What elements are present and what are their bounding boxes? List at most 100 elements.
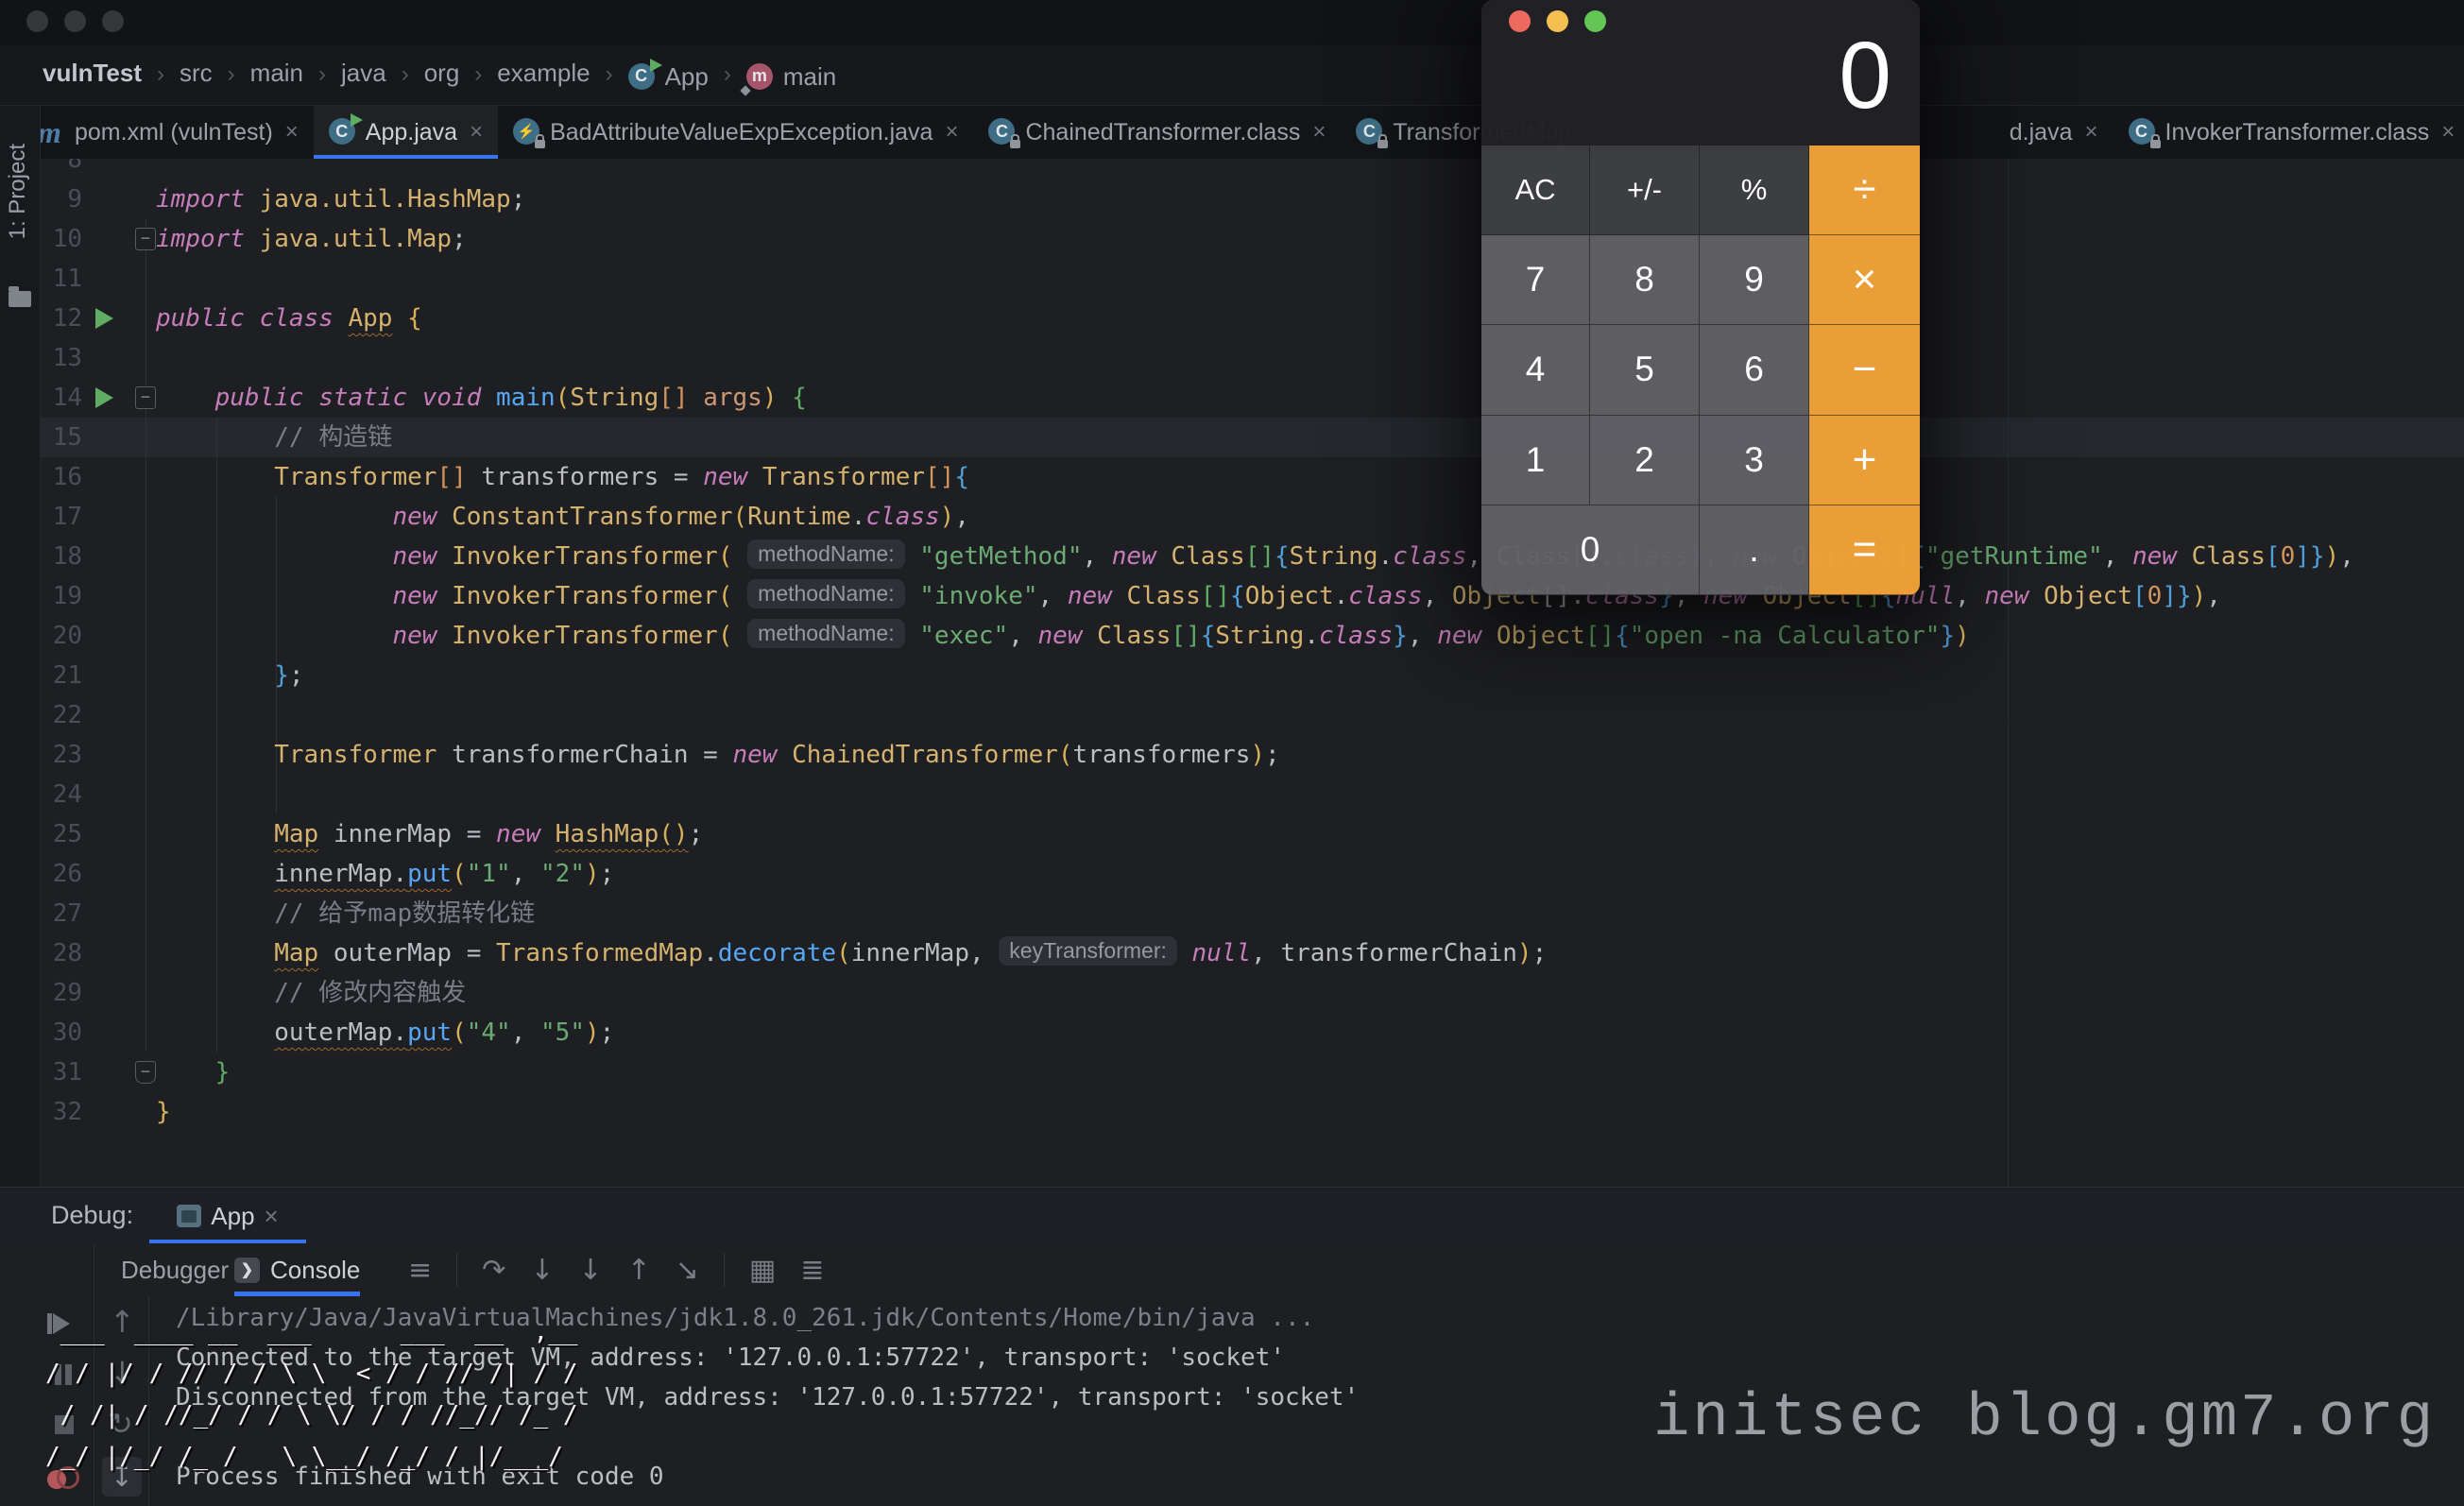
editor-tab[interactable]: mpom.xml (vulnTest)× (23, 106, 314, 159)
window-zoom-icon[interactable] (102, 10, 124, 32)
calc-button-.[interactable]: . (1700, 505, 1809, 595)
calc-button-3[interactable]: 3 (1700, 416, 1809, 505)
calc-button-%[interactable]: % (1700, 145, 1809, 235)
evaluate-expression-icon[interactable]: ▦ (749, 1254, 776, 1287)
breadcrumb-item[interactable]: mmain (746, 62, 836, 92)
close-icon[interactable]: × (265, 1202, 279, 1231)
project-tool-window-button[interactable]: 1: Project (5, 144, 31, 239)
code-token: // 给予map数据转化链 (274, 899, 535, 928)
close-icon[interactable]: × (470, 119, 483, 145)
step-over-icon[interactable]: ↷ (482, 1254, 505, 1287)
calc-button-AC[interactable]: AC (1481, 145, 1590, 235)
code-token: ( (452, 860, 467, 888)
options-menu-icon[interactable]: ≡ (408, 1254, 432, 1287)
calc-button-9[interactable]: 9 (1700, 235, 1809, 325)
close-icon[interactable]: × (1312, 119, 1326, 145)
code-token: Class (1171, 542, 1244, 571)
calc-button-6[interactable]: 6 (1700, 325, 1809, 415)
calc-button-0[interactable]: 0 (1481, 505, 1700, 595)
current-line-highlight (41, 418, 2464, 457)
calculator-window[interactable]: 0 AC+/-%÷789×456−123+0.= (1481, 0, 1920, 595)
fold-marker-icon[interactable]: − (135, 386, 156, 409)
code-token: } (1940, 622, 1955, 650)
editor-tab[interactable]: CInvokerTransformer.class× (2113, 106, 2464, 159)
parameter-hint: methodName: (747, 539, 904, 569)
window-minimize-icon[interactable] (64, 10, 86, 32)
calc-button-2[interactable]: 2 (1590, 416, 1700, 505)
code-line: // 修改内容触发 (156, 973, 466, 1013)
code-token: // 构造链 (274, 423, 392, 452)
run-gutter-icon[interactable] (95, 387, 113, 408)
calc-button-×[interactable]: × (1809, 235, 1920, 325)
window-close-icon[interactable] (26, 10, 48, 32)
run-to-cursor-icon[interactable]: ↘ (676, 1254, 699, 1287)
code-token: Object (1497, 622, 1585, 650)
parameter-hint: methodName: (747, 619, 904, 648)
close-icon[interactable]: × (2084, 119, 2097, 145)
pause-program-icon[interactable] (55, 1364, 61, 1385)
fold-marker-icon[interactable]: − (135, 228, 156, 250)
code-token: , (1008, 622, 1037, 650)
breadcrumb-item[interactable]: java (341, 59, 386, 88)
breadcrumb-item[interactable]: vulnTest (43, 59, 142, 88)
code-token: [] (1245, 542, 1275, 571)
line-number: 32 (41, 1092, 82, 1132)
code-token: ) (1955, 622, 1970, 650)
ide-window: vulnTest›src›main›java›org›example›CApp›… (0, 0, 2464, 1506)
editor-tab[interactable]: CChainedTransformer.class× (973, 106, 1341, 159)
folder-icon[interactable] (9, 291, 31, 307)
code-token: ( (836, 939, 851, 967)
exception-class-icon: ⚡ (513, 118, 541, 146)
restart-frame-icon[interactable]: ↻ (108, 1406, 133, 1442)
calc-button-÷[interactable]: ÷ (1809, 145, 1920, 235)
editor-tab[interactable]: ⚡BadAttributeValueExpException.java× (498, 106, 973, 159)
tab-console[interactable]: ❯ Console (234, 1243, 360, 1296)
calc-button-=[interactable]: = (1809, 505, 1920, 595)
debug-session-tab[interactable]: App × (149, 1188, 306, 1244)
up-stack-frame-icon[interactable]: ↑ (110, 1304, 135, 1340)
stop-program-icon[interactable] (55, 1415, 74, 1434)
calc-button-+[interactable]: + (1809, 416, 1920, 505)
calc-button-8[interactable]: 8 (1590, 235, 1700, 325)
calc-button-−[interactable]: − (1809, 325, 1920, 415)
debug-toolbar: Debugger ❯ Console ≡ ↷ ↓ ↓ ↑ ↘ ▦ ≣ (0, 1243, 2464, 1296)
calc-button-5[interactable]: 5 (1590, 325, 1700, 415)
breadcrumb-item[interactable]: CApp (628, 62, 709, 92)
tab-debugger[interactable]: Debugger (121, 1243, 229, 1296)
down-stack-frame-icon[interactable]: ↓ (110, 1355, 135, 1391)
step-into-icon[interactable]: ↓ (530, 1254, 554, 1287)
code-token: ) (2192, 582, 2207, 610)
calc-button-+/-[interactable]: +/- (1590, 145, 1700, 235)
code-editor[interactable]: 89import java.util.HashMap;10−import jav… (41, 159, 2464, 1187)
line-number: 9 (41, 180, 82, 219)
calc-button-1[interactable]: 1 (1481, 416, 1590, 505)
resume-program-icon[interactable] (53, 1313, 70, 1334)
close-icon[interactable]: × (285, 119, 299, 145)
breadcrumb-item[interactable]: src (180, 59, 213, 88)
view-breakpoints-icon[interactable] (47, 1470, 66, 1489)
code-token: ( (556, 384, 571, 412)
scroll-to-end-icon[interactable]: ↧ (102, 1457, 142, 1497)
breadcrumb-item[interactable]: org (424, 59, 460, 88)
tab-label: ChainedTransformer.class (1025, 119, 1300, 146)
code-token (436, 503, 452, 531)
close-icon[interactable]: × (2441, 119, 2455, 145)
code-token: { (792, 384, 807, 412)
method-icon: m (746, 63, 775, 92)
close-icon[interactable]: × (945, 119, 958, 145)
editor-tab[interactable]: CApp.java× (314, 106, 498, 159)
line-number: 22 (41, 695, 82, 735)
editor-tab[interactable]: d.java× (1994, 106, 2113, 159)
blog-watermark: initsec blog.gm7.org (1653, 1385, 2436, 1453)
breadcrumb-item[interactable]: example (497, 59, 590, 88)
calc-button-4[interactable]: 4 (1481, 325, 1590, 415)
step-out-icon[interactable]: ↑ (627, 1254, 651, 1287)
force-step-into-icon[interactable]: ↓ (578, 1254, 602, 1287)
run-gutter-icon[interactable] (95, 308, 113, 329)
code-token: HashMap (556, 820, 659, 848)
breadcrumb-item[interactable]: main (250, 59, 303, 88)
code-token: ) (585, 860, 600, 888)
calc-button-7[interactable]: 7 (1481, 235, 1590, 325)
fold-marker-icon[interactable]: − (135, 1061, 156, 1084)
layout-settings-icon[interactable]: ≣ (800, 1254, 824, 1287)
